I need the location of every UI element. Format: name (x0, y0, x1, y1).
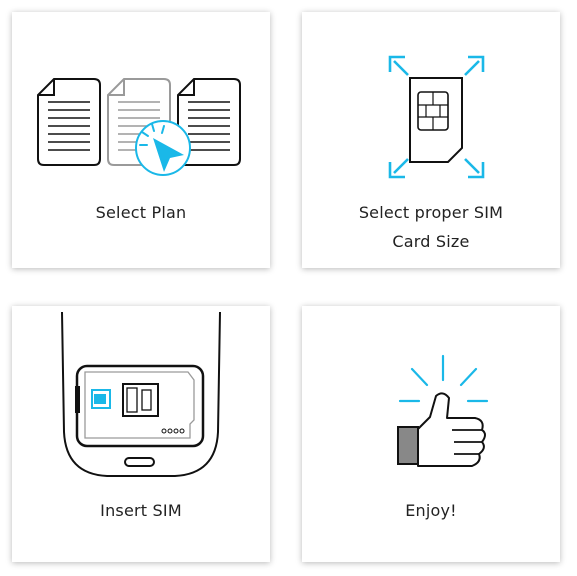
thumbs-up-icon (397, 354, 489, 467)
cursor-click-icon (135, 120, 191, 176)
sim-card-icon (409, 77, 463, 163)
step-card-enjoy[interactable]: Enjoy! (302, 306, 560, 562)
step-caption-line: Card Size (392, 232, 470, 251)
step-caption-line: Select proper SIM (358, 203, 504, 222)
step-caption-line: Insert SIM (100, 501, 182, 520)
step-card-select-sim-size[interactable]: Select proper SIM Card Size (302, 12, 560, 268)
step-card-select-plan[interactable]: Select Plan (12, 12, 270, 268)
step-caption: Select Plan (12, 198, 270, 227)
document-icon (37, 78, 101, 166)
step-caption: Insert SIM (12, 496, 270, 525)
step-caption: Enjoy! (302, 496, 560, 525)
step-caption: Select proper SIM Card Size (302, 198, 560, 256)
step-card-insert-sim[interactable]: Insert SIM (12, 306, 270, 562)
step-caption-line: Enjoy! (405, 501, 457, 520)
plan-documents-illustration (37, 78, 241, 176)
step-caption-line: Select Plan (95, 203, 187, 222)
phone-sim-tray-icon (61, 311, 221, 477)
